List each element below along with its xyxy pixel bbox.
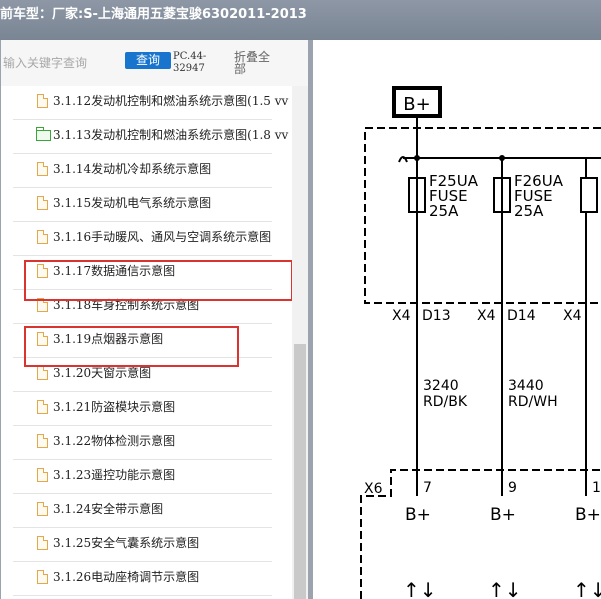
tree-item-label: 3.1.26电动座椅调节示意图: [53, 570, 200, 584]
document-icon: [37, 162, 48, 176]
tree-item[interactable]: 3.1.26电动座椅调节示意图: [0, 562, 292, 596]
tree-item[interactable]: 3.1.15发动机电气系统示意图: [0, 188, 292, 222]
search-row: 查询 PC.44-32947 折叠全部: [0, 40, 308, 86]
bidirectional-arrow-icon: ↑↓: [573, 578, 601, 599]
tree-item[interactable]: 3.1.12发动机控制和燃油系统示意图(1.5 vv: [0, 86, 292, 120]
wire-circuit: 3240: [423, 378, 459, 394]
wire-color: RD/BK: [423, 394, 468, 410]
tree-item[interactable]: 3.1.13发动机控制和燃油系统示意图(1.8 vv: [0, 120, 292, 154]
folder-icon: [36, 127, 51, 141]
tree-item[interactable]: 3.1.21防盗模块示意图: [0, 392, 292, 426]
tree-item-label: 3.1.15发动机电气系统示意图: [53, 196, 212, 210]
window-titlebar: 前车型：厂家:S-上海通用五菱宝骏6302011-2013: [0, 0, 601, 40]
pin-label: B+: [490, 505, 516, 525]
connector-label: X4: [477, 308, 496, 324]
row-divider: [13, 595, 272, 596]
wiring-diagram: B+ F25UA FUSE 25A F26UA FUSE 25A X4 D13 …: [313, 40, 601, 599]
pin-label: B+: [575, 505, 601, 525]
window-frame-left: [0, 40, 1, 599]
highlight-box: [24, 260, 292, 301]
connector-pin: 1: [592, 480, 601, 496]
tree-item-label: 3.1.12发动机控制和燃油系统示意图(1.5 vv: [53, 94, 289, 108]
connector-label: X6: [364, 481, 383, 497]
tree-item-label: 3.1.22物体检测示意图: [53, 434, 176, 448]
document-icon: [37, 94, 48, 108]
scrollbar-thumb[interactable]: [294, 344, 306, 599]
document-icon: [37, 536, 48, 550]
tree-item-label: 3.1.24安全带示意图: [53, 502, 164, 516]
wire-color: RD/WH: [508, 394, 558, 410]
module-outline: [364, 127, 601, 304]
tree-item-highlighted[interactable]: 3.1.16手动暖风、通风与空调系统示意图: [0, 222, 292, 256]
connector-pin: D14: [507, 308, 536, 324]
fuse-rating: 25A: [429, 202, 459, 220]
document-icon: [37, 196, 48, 210]
bidirectional-arrow-icon: ↑↓: [488, 578, 522, 599]
document-icon: [37, 366, 48, 380]
connector-pin: 7: [423, 480, 432, 496]
wiring-diagram-canvas: B+ F25UA FUSE 25A F26UA FUSE 25A X4 D13 …: [360, 86, 601, 599]
tree-item[interactable]: 3.1.25安全气囊系统示意图: [0, 528, 292, 562]
document-icon: [37, 468, 48, 482]
tree-item-label: 3.1.21防盗模块示意图: [53, 400, 176, 414]
document-icon: [37, 400, 48, 414]
module-outline: [360, 469, 601, 599]
tree-item[interactable]: 3.1.24安全带示意图: [0, 494, 292, 528]
fuse-rating: 25A: [514, 202, 544, 220]
document-icon: [37, 570, 48, 584]
sidebar: 查询 PC.44-32947 折叠全部 3.1.12发动机控制和燃油系统示意图(…: [0, 40, 308, 599]
tree-item-label: 3.1.14发动机冷却系统示意图: [53, 162, 212, 176]
collapse-all-button[interactable]: 折叠全部: [234, 51, 276, 75]
bidirectional-arrow-icon: ↑↓: [403, 578, 437, 599]
document-icon: [37, 434, 48, 448]
connector-label: X4: [563, 308, 582, 324]
connector-pin: D13: [422, 308, 451, 324]
pc-code-label: PC.44-32947: [173, 51, 207, 74]
tree-item[interactable]: 3.1.22物体检测示意图: [0, 426, 292, 460]
window-title: 前车型：厂家:S-上海通用五菱宝骏6302011-2013: [0, 7, 307, 22]
tree-item-label: 3.1.23遥控功能示意图: [53, 468, 176, 482]
connector-label: X4: [392, 308, 411, 324]
document-icon: [37, 230, 48, 244]
tree-item[interactable]: 3.1.23遥控功能示意图: [0, 460, 292, 494]
search-input[interactable]: [3, 53, 121, 73]
wire-circuit: 3440: [508, 378, 544, 394]
power-label: B+: [403, 94, 430, 115]
search-button[interactable]: 查询: [125, 52, 171, 69]
highlight-box: [24, 326, 239, 367]
document-icon: [37, 502, 48, 516]
tree-item-label: 3.1.16手动暖风、通风与空调系统示意图: [53, 230, 272, 244]
fuse-symbol: [580, 177, 598, 213]
tree-item-label: 3.1.13发动机控制和燃油系统示意图(1.8 vv: [53, 128, 289, 142]
tree-item-label: 3.1.25安全气囊系统示意图: [53, 536, 200, 550]
document-tree: 3.1.12发动机控制和燃油系统示意图(1.5 vv 3.1.13发动机控制和燃…: [0, 86, 292, 599]
connector-pin: 9: [508, 480, 517, 496]
tree-item[interactable]: 3.1.14发动机冷却系统示意图: [0, 154, 292, 188]
pin-label: B+: [405, 505, 431, 525]
